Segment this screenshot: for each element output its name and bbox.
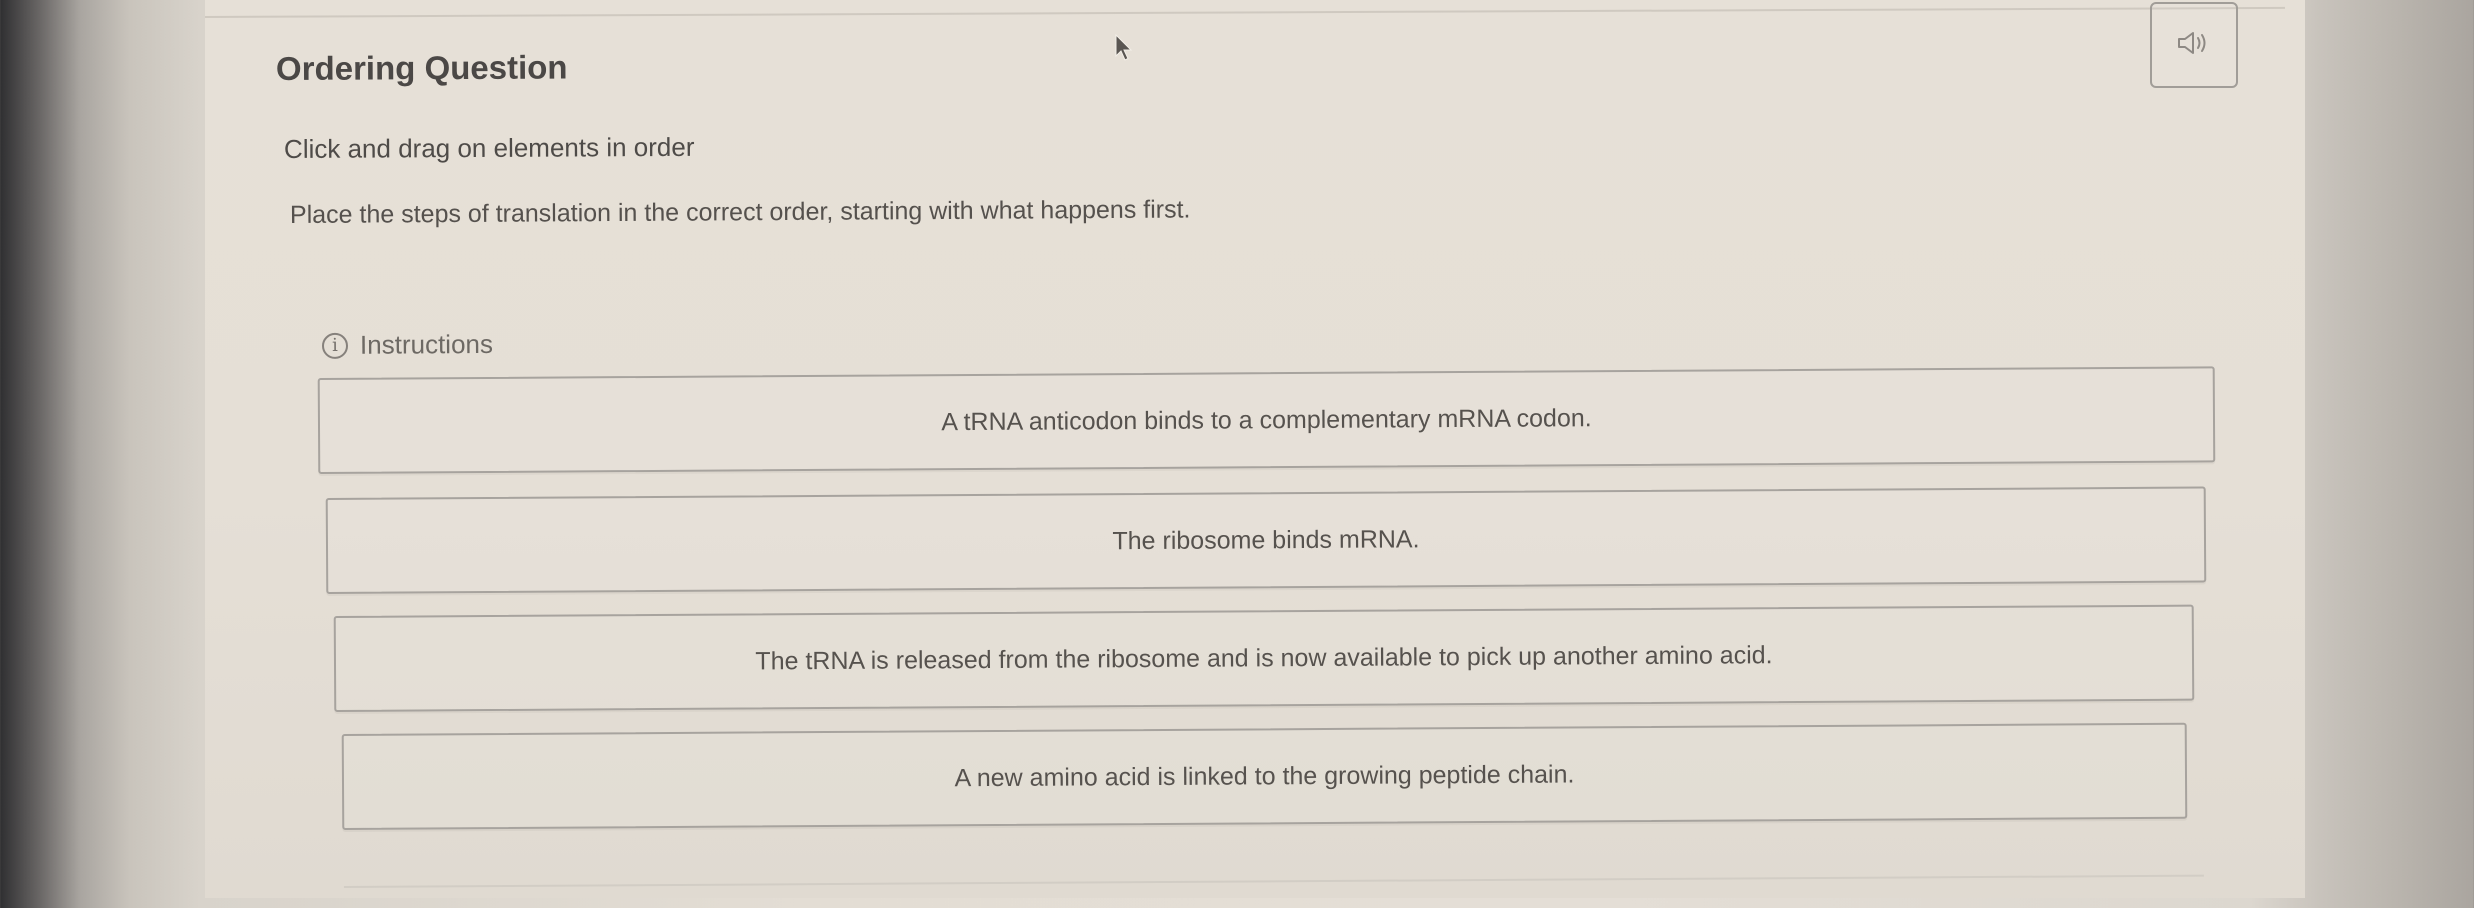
instructions-label: Instructions <box>359 328 494 360</box>
instructions-toggle[interactable]: i Instructions <box>321 328 494 361</box>
order-item-3[interactable]: The tRNA is released from the ribosome a… <box>333 604 2195 712</box>
order-item-label: A new amino acid is linked to the growin… <box>954 759 1575 792</box>
question-prompt: Place the steps of translation in the co… <box>289 195 1191 229</box>
info-icon: i <box>321 332 349 359</box>
read-aloud-button[interactable] <box>2150 2 2238 88</box>
order-item-label: A tRNA anticodon binds to a complementar… <box>941 403 1592 436</box>
order-item-label: The tRNA is released from the ribosome a… <box>755 640 1773 675</box>
order-item-label: The ribosome binds mRNA. <box>1112 524 1420 555</box>
order-item-2[interactable]: The ribosome binds mRNA. <box>325 486 2207 594</box>
ordering-list: A tRNA anticodon binds to a complementar… <box>317 366 2218 878</box>
speaker-icon <box>2177 28 2211 63</box>
page-title: Ordering Question <box>275 48 568 87</box>
order-item-4[interactable]: A new amino acid is linked to the growin… <box>341 722 2188 830</box>
question-type-subtitle: Click and drag on elements in order <box>283 131 695 164</box>
order-item-1[interactable]: A tRNA anticodon binds to a complementar… <box>317 366 2216 474</box>
mouse-cursor-icon <box>1114 33 1134 62</box>
